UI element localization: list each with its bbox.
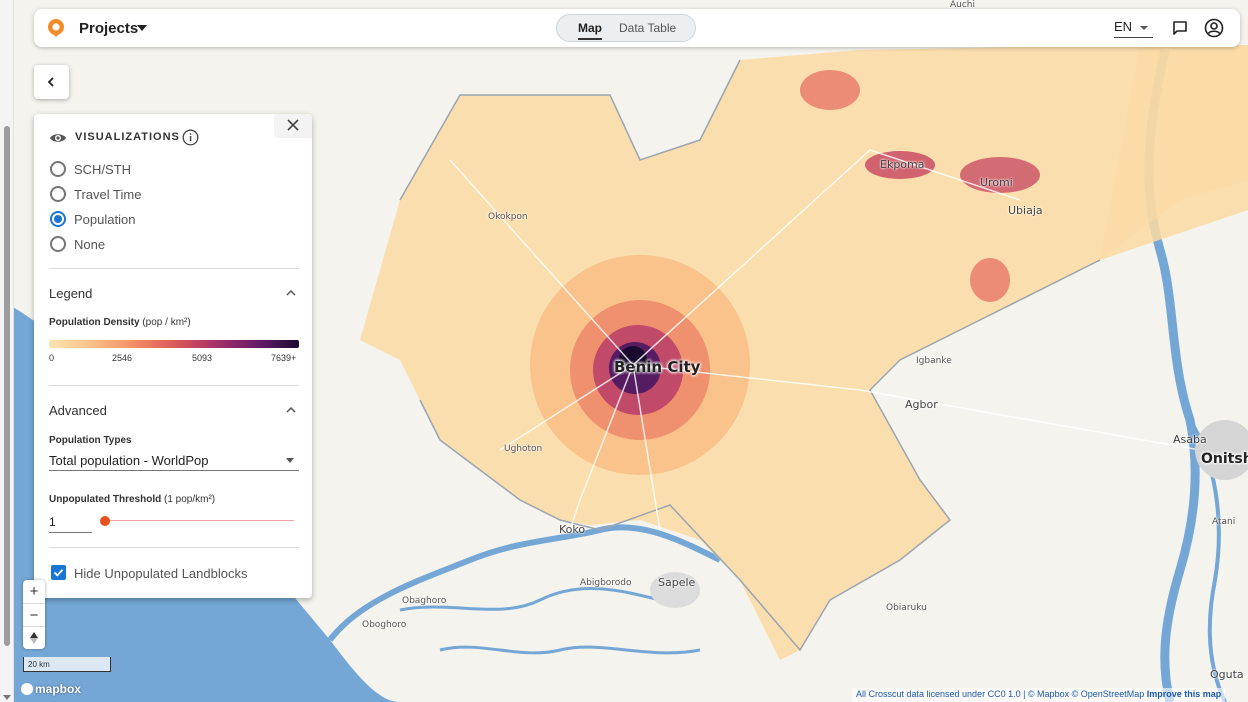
tab-map[interactable]: Map bbox=[578, 21, 602, 40]
threshold-input[interactable]: 1 bbox=[49, 515, 56, 529]
legend-unit: (pop / km²) bbox=[142, 317, 191, 328]
project-menu[interactable]: Projects bbox=[79, 20, 138, 37]
divider bbox=[49, 547, 299, 548]
legend-tick: 2546 bbox=[112, 353, 133, 363]
legend-tick: 0 bbox=[49, 353, 55, 363]
mapbox-logo-icon bbox=[21, 683, 33, 695]
compass-button[interactable] bbox=[23, 626, 45, 649]
map-label-ughoton: Ughoton bbox=[504, 444, 543, 454]
caret-down-icon[interactable] bbox=[137, 25, 147, 31]
caret-down-icon[interactable] bbox=[286, 458, 294, 463]
map-label-oguta: Oguta bbox=[1210, 668, 1244, 681]
radio-button[interactable] bbox=[50, 186, 66, 202]
attribution-text[interactable]: All Crosscut data licensed under CC0 1.0… bbox=[856, 689, 1144, 699]
chevron-left-icon bbox=[47, 77, 54, 87]
eye-icon bbox=[50, 134, 66, 142]
map-label-ubiaja: Ubiaja bbox=[1008, 204, 1043, 217]
visualization-panel: VISUALIZATIONS SCH/STH Travel Time Popul… bbox=[34, 114, 312, 598]
zoom-controls: + − bbox=[23, 580, 45, 649]
close-panel-button[interactable] bbox=[274, 114, 312, 138]
radio-option-none[interactable]: None bbox=[50, 234, 270, 254]
legend-section-toggle[interactable]: Legend bbox=[49, 286, 92, 301]
threshold-slider-thumb[interactable] bbox=[100, 516, 110, 526]
radio-label: SCH/STH bbox=[74, 162, 132, 177]
east-density bbox=[970, 258, 1010, 302]
population-type-select[interactable]: Total population - WorldPop bbox=[49, 453, 208, 468]
advanced-section-toggle[interactable]: Advanced bbox=[49, 403, 107, 418]
info-icon[interactable] bbox=[182, 129, 199, 146]
population-types-label: Population Types bbox=[49, 435, 132, 446]
map-label-okokpon: Okokpon bbox=[488, 212, 528, 222]
radio-button[interactable] bbox=[50, 161, 66, 177]
visualizations-title: VISUALIZATIONS bbox=[75, 131, 180, 143]
zoom-in-button[interactable]: + bbox=[23, 580, 45, 603]
map-label-oboghoro: Oboghoro bbox=[362, 620, 407, 630]
threshold-label-text: Unpopulated Threshold bbox=[49, 494, 162, 505]
divider bbox=[49, 268, 299, 269]
legend-title-text: Population Density bbox=[49, 317, 140, 328]
threshold-slider-track[interactable] bbox=[104, 520, 294, 521]
map-scale: 20 km bbox=[23, 657, 111, 672]
improve-map-link[interactable]: Improve this map bbox=[1147, 689, 1222, 699]
language-select-underline bbox=[1114, 37, 1153, 38]
scrollbar-thumb[interactable] bbox=[4, 126, 10, 646]
map-label-agbor: Agbor bbox=[905, 398, 938, 411]
map-label-obiaruku: Obiaruku bbox=[886, 603, 927, 613]
app-logo-icon bbox=[48, 19, 64, 37]
chevron-up-icon[interactable] bbox=[285, 405, 297, 415]
threshold-unit: (1 pop/km²) bbox=[164, 494, 216, 505]
map-label-asaba: Asaba bbox=[1173, 433, 1207, 446]
map-label-koko: Koko bbox=[559, 523, 586, 536]
map-label-onitsha: Onitsha bbox=[1201, 451, 1248, 467]
top-bar: Projects Map Data Table EN bbox=[34, 9, 1240, 47]
radio-button[interactable] bbox=[50, 236, 66, 252]
map-label-sapele: Sapele bbox=[658, 576, 696, 589]
radio-label: None bbox=[74, 237, 106, 252]
tab-data-table[interactable]: Data Table bbox=[619, 21, 676, 35]
view-toggle: Map Data Table bbox=[556, 14, 696, 42]
zoom-out-button[interactable]: − bbox=[23, 603, 45, 626]
map-label-igbanke: Igbanke bbox=[916, 356, 952, 366]
map-label-obaghoro: Obaghoro bbox=[402, 596, 447, 606]
compass-icon bbox=[30, 632, 38, 644]
caret-down-icon[interactable] bbox=[1140, 26, 1148, 30]
radio-label: Travel Time bbox=[74, 187, 142, 202]
divider bbox=[49, 385, 299, 386]
radio-option-sch-sth[interactable]: SCH/STH bbox=[50, 159, 270, 179]
check-icon bbox=[53, 569, 64, 577]
map-label-benin-city: Benin City bbox=[614, 358, 701, 376]
north-density bbox=[800, 70, 860, 110]
threshold-label: Unpopulated Threshold (1 pop/km²) bbox=[49, 494, 215, 505]
collapse-panel-button[interactable] bbox=[34, 65, 69, 99]
hide-unpopulated-label[interactable]: Hide Unpopulated Landblocks bbox=[74, 566, 247, 581]
legend-tick: 7639+ bbox=[271, 353, 297, 363]
scroll-down-arrow-icon[interactable] bbox=[3, 695, 11, 700]
close-icon bbox=[287, 119, 299, 131]
legend-color-ramp bbox=[49, 340, 299, 348]
legend-title: Population Density (pop / km²) bbox=[49, 317, 191, 328]
radio-option-population[interactable]: Population bbox=[50, 209, 270, 229]
radio-option-travel-time[interactable]: Travel Time bbox=[50, 184, 270, 204]
page-scrollbar[interactable] bbox=[0, 0, 14, 702]
radio-label: Population bbox=[74, 212, 136, 227]
account-circle-icon[interactable] bbox=[1204, 18, 1224, 38]
map-label-uromi: Uromi bbox=[980, 176, 1013, 189]
map-label-ekpoma: Ekpoma bbox=[880, 158, 925, 171]
legend-tick: 5093 bbox=[192, 353, 213, 363]
chevron-up-icon[interactable] bbox=[285, 288, 297, 298]
threshold-input-underline bbox=[49, 532, 92, 533]
map-attribution: All Crosscut data licensed under CC0 1.0… bbox=[852, 688, 1226, 702]
mapbox-logo[interactable]: mapbox bbox=[21, 682, 81, 696]
feedback-icon[interactable] bbox=[1172, 20, 1188, 36]
hide-unpopulated-checkbox[interactable] bbox=[51, 565, 66, 580]
radio-button-selected[interactable] bbox=[50, 211, 66, 227]
select-underline bbox=[49, 470, 299, 471]
map-label-abigborodo: Abigborodo bbox=[580, 578, 632, 588]
mapbox-logo-text: mapbox bbox=[35, 682, 82, 696]
map-label-atani: Atani bbox=[1212, 517, 1236, 527]
language-select[interactable]: EN bbox=[1114, 19, 1132, 34]
